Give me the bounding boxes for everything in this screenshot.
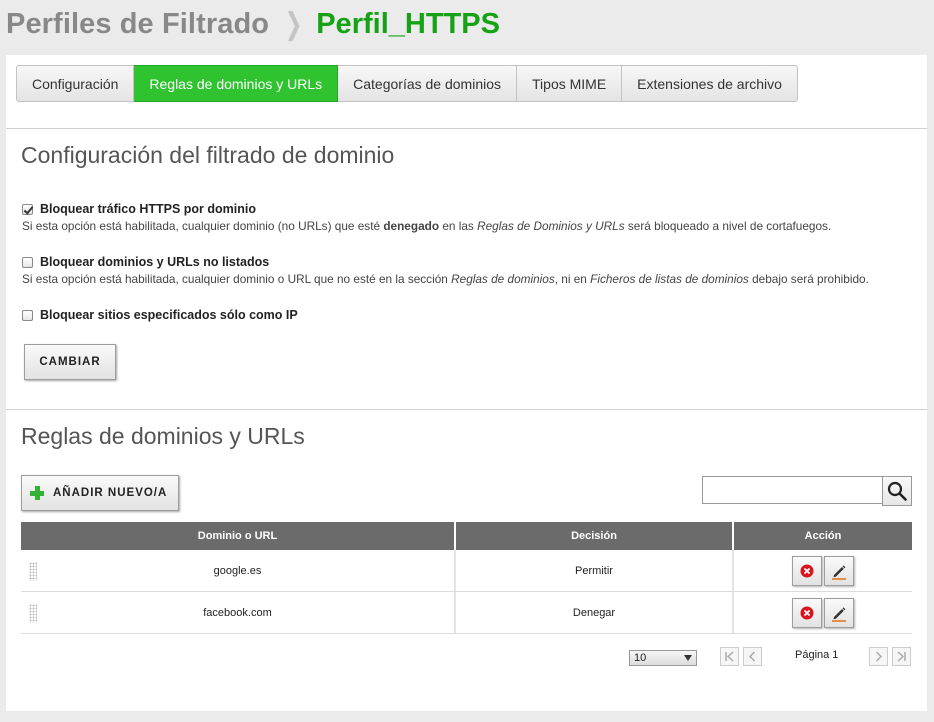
content-panel: Configuración Reglas de dominios y URLs … xyxy=(6,55,927,711)
rules-section-title: Reglas de dominios y URLs xyxy=(21,423,305,449)
table-header: Dominio o URL Decisión Acción xyxy=(21,522,912,550)
block-https-checkbox[interactable] xyxy=(22,203,33,215)
edit-button[interactable] xyxy=(824,597,854,628)
block-ip-checkbox[interactable] xyxy=(22,309,33,321)
chevron-left-icon xyxy=(748,651,756,662)
column-header-action: Acción xyxy=(804,530,842,542)
next-page-button[interactable] xyxy=(869,647,888,666)
row-domain: facebook.com xyxy=(203,606,272,619)
option-block-unlisted: Bloquear dominios y URLs no listados Si … xyxy=(22,255,869,286)
delete-icon xyxy=(800,606,814,619)
chevron-right-icon xyxy=(875,651,883,662)
add-new-label: AÑADIR NUEVO/A xyxy=(53,487,168,499)
first-page-button[interactable] xyxy=(720,647,739,666)
search-button[interactable] xyxy=(882,476,912,506)
delete-button[interactable] xyxy=(792,597,822,628)
page-size-select[interactable]: 10 xyxy=(629,650,697,666)
block-https-help: Si esta opción está habilitada, cualquie… xyxy=(22,219,832,233)
breadcrumb-parent[interactable]: Perfiles de Filtrado xyxy=(6,8,269,41)
column-header-domain[interactable]: Dominio o URL xyxy=(21,522,456,550)
column-header-decision[interactable]: Decisión xyxy=(456,522,734,550)
drag-handle-icon[interactable] xyxy=(29,604,37,623)
tab-configuracion[interactable]: Configuración xyxy=(16,65,135,102)
block-ip-label: Bloquear sitios especificados sólo como … xyxy=(40,308,298,322)
change-button[interactable]: CAMBIAR xyxy=(24,344,116,380)
tab-categorias-dominios[interactable]: Categorías de dominios xyxy=(338,65,518,102)
block-unlisted-help: Si esta opción está habilitada, cualquie… xyxy=(22,272,869,286)
config-section-title: Configuración del filtrado de dominio xyxy=(21,142,395,168)
table-row: google.es Permitir xyxy=(21,550,912,592)
block-unlisted-checkbox[interactable] xyxy=(22,256,33,268)
pagination: 10 Página 1 xyxy=(6,647,927,671)
row-domain: google.es xyxy=(213,564,262,577)
tab-tipos-mime[interactable]: Tipos MIME xyxy=(517,65,623,102)
page-size-value: 10 xyxy=(634,652,647,664)
last-page-icon xyxy=(897,651,906,662)
section-divider xyxy=(6,128,927,129)
option-block-https: Bloquear tráfico HTTPS por dominio Si es… xyxy=(22,202,831,233)
last-page-button[interactable] xyxy=(892,647,911,666)
first-page-icon xyxy=(725,651,734,662)
delete-icon xyxy=(800,564,814,577)
plus-icon xyxy=(30,486,44,500)
section-divider xyxy=(6,409,927,410)
table-row: facebook.com Denegar xyxy=(21,592,912,634)
caret-down-icon xyxy=(684,655,692,661)
option-block-ip: Bloquear sitios especificados sólo como … xyxy=(22,308,298,322)
breadcrumb-separator-icon: ❯ xyxy=(284,7,303,41)
drag-handle-icon[interactable] xyxy=(29,562,37,581)
tab-extensiones-archivo[interactable]: Extensiones de archivo xyxy=(622,65,798,102)
row-decision: Denegar xyxy=(456,592,734,633)
prev-page-button[interactable] xyxy=(743,647,762,666)
delete-button[interactable] xyxy=(792,555,822,586)
block-https-label: Bloquear tráfico HTTPS por dominio xyxy=(40,202,256,216)
add-new-button[interactable]: AÑADIR NUEVO/A xyxy=(21,475,179,511)
tab-reglas-dominios-urls[interactable]: Reglas de dominios y URLs xyxy=(134,65,339,102)
page-title: Perfil_HTTPS xyxy=(316,7,500,40)
edit-button[interactable] xyxy=(824,555,854,586)
edit-icon xyxy=(832,606,846,622)
edit-icon xyxy=(832,564,846,580)
breadcrumb: Perfiles de Filtrado ❯ Perfil_HTTPS xyxy=(6,4,500,44)
tab-bar: Configuración Reglas de dominios y URLs … xyxy=(16,65,798,102)
block-unlisted-label: Bloquear dominios y URLs no listados xyxy=(40,255,270,269)
rules-table: Dominio o URL Decisión Acción google.es … xyxy=(21,522,912,634)
row-decision: Permitir xyxy=(456,550,734,591)
search-icon xyxy=(887,481,907,501)
page-indicator: Página 1 xyxy=(795,649,839,661)
search-input[interactable] xyxy=(702,476,883,504)
